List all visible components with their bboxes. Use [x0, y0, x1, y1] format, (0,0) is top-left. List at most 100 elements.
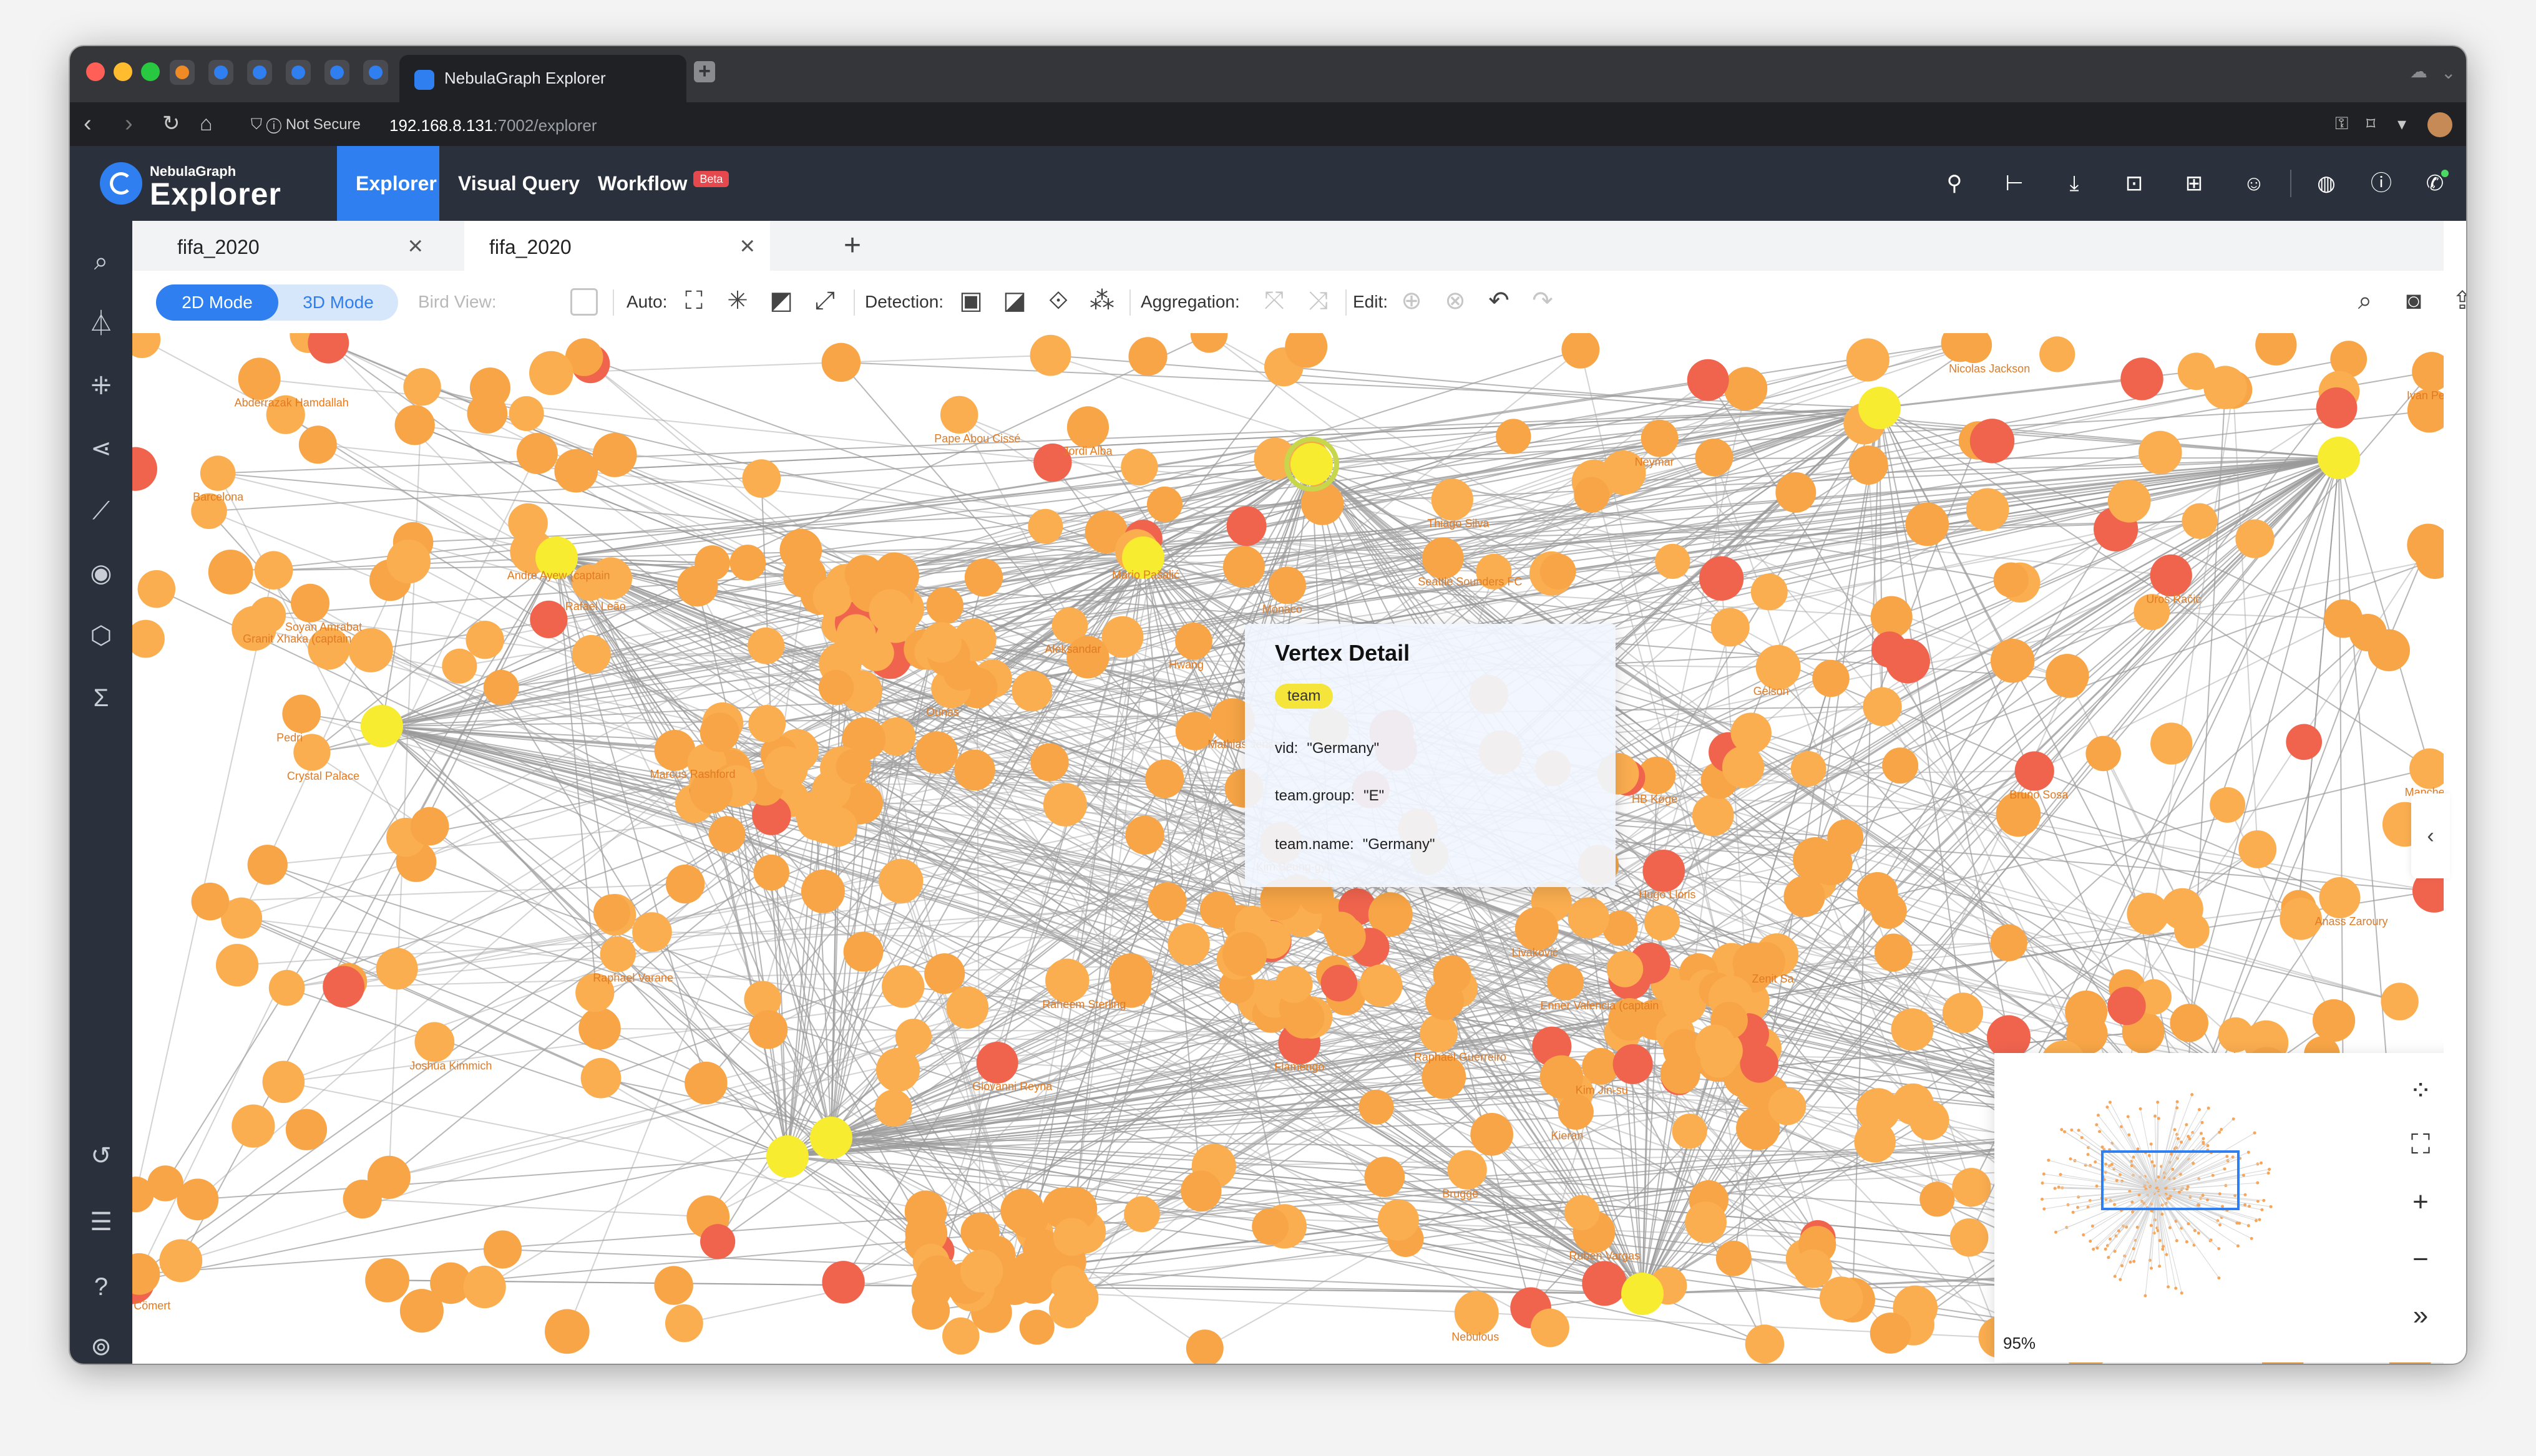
- menu-chevron-icon[interactable]: ▾: [2397, 114, 2406, 134]
- player-vertex[interactable]: [632, 912, 672, 952]
- player-vertex[interactable]: [2039, 336, 2075, 372]
- minimap-vertex[interactable]: [2218, 1130, 2221, 1134]
- player-vertex[interactable]: [1871, 631, 1908, 668]
- player-vertex[interactable]: [742, 459, 781, 498]
- player-vertex[interactable]: [1692, 794, 1734, 837]
- nav-visual-query[interactable]: Visual Query: [439, 146, 598, 221]
- player-vertex[interactable]: [1846, 338, 1890, 382]
- minimap-vertex[interactable]: [2135, 1225, 2139, 1229]
- vertex-label[interactable]: Raphael Varane: [593, 972, 673, 984]
- player-vertex[interactable]: [976, 1041, 1018, 1084]
- player-vertex[interactable]: [291, 583, 330, 623]
- minimap-vertex[interactable]: [2250, 1236, 2253, 1240]
- minimap-vertex[interactable]: [2258, 1218, 2261, 1221]
- player-vertex[interactable]: [509, 396, 544, 432]
- player-vertex[interactable]: [463, 1265, 506, 1309]
- minimap-vertex[interactable]: [2256, 1181, 2260, 1185]
- player-vertex[interactable]: [578, 1007, 621, 1050]
- vertex-label[interactable]: Anass Zaroury: [2315, 915, 2388, 928]
- language-globe-icon[interactable]: ◍: [2314, 171, 2339, 196]
- player-vertex[interactable]: [960, 1250, 1003, 1293]
- player-vertex[interactable]: [1969, 419, 2015, 463]
- minimap-vertex[interactable]: [2217, 1247, 2221, 1251]
- player-vertex[interactable]: [1710, 608, 1750, 647]
- bird-view-icon[interactable]: [570, 288, 598, 316]
- player-vertex[interactable]: [247, 845, 288, 885]
- minimap-vertex[interactable]: [2262, 1198, 2266, 1202]
- team-vertex[interactable]: [810, 1117, 852, 1159]
- player-vertex[interactable]: [232, 1104, 275, 1148]
- player-vertex[interactable]: [208, 550, 253, 595]
- vertex-label[interactable]: Livaković: [1512, 946, 1558, 959]
- tree-icon[interactable]: ⊢: [2002, 171, 2027, 196]
- player-vertex[interactable]: [2203, 366, 2247, 409]
- player-vertex[interactable]: [592, 432, 637, 477]
- player-vertex[interactable]: [1186, 1329, 1224, 1364]
- vertex-label[interactable]: Gelson: [1753, 685, 1789, 697]
- player-vertex[interactable]: [818, 669, 854, 706]
- minimap-vertex[interactable]: [2104, 1247, 2107, 1251]
- minimap-vertex[interactable]: [2202, 1137, 2205, 1140]
- player-vertex[interactable]: [545, 1309, 590, 1354]
- minimap-vertex[interactable]: [2162, 1245, 2165, 1248]
- player-vertex[interactable]: [2051, 661, 2087, 698]
- player-vertex[interactable]: [1695, 1024, 1735, 1065]
- canvas-tab-2[interactable]: fifa_2020 ×: [464, 221, 770, 271]
- minimap-vertex[interactable]: [2077, 1128, 2080, 1132]
- 3d-mode-button[interactable]: 3D Mode: [278, 284, 398, 321]
- minimap-vertex[interactable]: [2266, 1171, 2270, 1175]
- minimap-vertex[interactable]: [2071, 1210, 2075, 1214]
- add-canvas-tab-button[interactable]: +: [844, 228, 861, 263]
- minimap-vertex[interactable]: [2254, 1219, 2258, 1223]
- player-vertex[interactable]: [946, 986, 989, 1029]
- player-vertex[interactable]: [1699, 556, 1744, 601]
- detect-cluster-icon[interactable]: ⁂: [1087, 286, 1117, 316]
- vertex-label[interactable]: Jordi Alba: [1063, 445, 1113, 457]
- player-vertex[interactable]: [2150, 554, 2192, 597]
- player-vertex[interactable]: [1672, 1114, 1707, 1149]
- users-icon[interactable]: ☺: [2241, 171, 2266, 196]
- player-vertex[interactable]: [1358, 1089, 1394, 1125]
- player-vertex[interactable]: [1190, 333, 1228, 353]
- team-vertex[interactable]: [1290, 443, 1333, 485]
- minimap-vertex[interactable]: [2241, 1173, 2245, 1177]
- player-vertex[interactable]: [1655, 543, 1690, 580]
- player-vertex[interactable]: [132, 1253, 160, 1295]
- vertex-label[interactable]: Thiago Silva: [1427, 517, 1490, 530]
- player-vertex[interactable]: [323, 966, 365, 1008]
- player-vertex[interactable]: [394, 405, 435, 445]
- key-icon[interactable]: ⚿: [2335, 114, 2348, 134]
- auto-layout-fit-icon[interactable]: ⤢: [810, 286, 840, 316]
- vertex-label[interactable]: Andre Ayew (captain: [507, 569, 610, 581]
- player-vertex[interactable]: [2127, 893, 2169, 935]
- aggregate-vertices-icon[interactable]: ⤧: [1259, 286, 1289, 316]
- player-vertex[interactable]: [1819, 1276, 1863, 1320]
- minimap-vertex[interactable]: [2190, 1093, 2194, 1097]
- forward-button[interactable]: ›: [125, 110, 133, 137]
- player-vertex[interactable]: [2238, 830, 2277, 868]
- player-vertex[interactable]: [1320, 964, 1358, 1002]
- player-vertex[interactable]: [1148, 882, 1187, 921]
- player-vertex[interactable]: [2409, 748, 2444, 789]
- minimap-vertex[interactable]: [2253, 1131, 2256, 1135]
- pinned-tab-6[interactable]: [363, 60, 388, 85]
- player-vertex[interactable]: [1768, 1087, 1807, 1125]
- minimap-vertex[interactable]: [2160, 1212, 2164, 1216]
- player-vertex[interactable]: [483, 1230, 522, 1269]
- maximize-window-button[interactable]: [141, 62, 160, 81]
- console-icon[interactable]: ⊡: [2122, 171, 2147, 196]
- minimap-vertex[interactable]: [2041, 1197, 2044, 1201]
- player-vertex[interactable]: [1360, 964, 1403, 1007]
- minimize-window-button[interactable]: [114, 62, 132, 81]
- player-vertex[interactable]: [137, 570, 176, 608]
- vertex-label[interactable]: Crystal Palace: [287, 770, 359, 782]
- edit-delete-icon[interactable]: ⊗: [1440, 286, 1470, 316]
- minimap-vertex[interactable]: [2149, 1223, 2153, 1227]
- team-vertex[interactable]: [1621, 1273, 1664, 1315]
- player-vertex[interactable]: [442, 648, 477, 684]
- security-indicator[interactable]: ⛉ ⓘ Not Secure: [251, 116, 361, 133]
- minimap-viewport[interactable]: [2101, 1150, 2240, 1210]
- vertex-label[interactable]: Eray Cömert: [132, 1299, 170, 1312]
- player-vertex[interactable]: [1808, 842, 1853, 886]
- minimap-vertex[interactable]: [2157, 1117, 2160, 1120]
